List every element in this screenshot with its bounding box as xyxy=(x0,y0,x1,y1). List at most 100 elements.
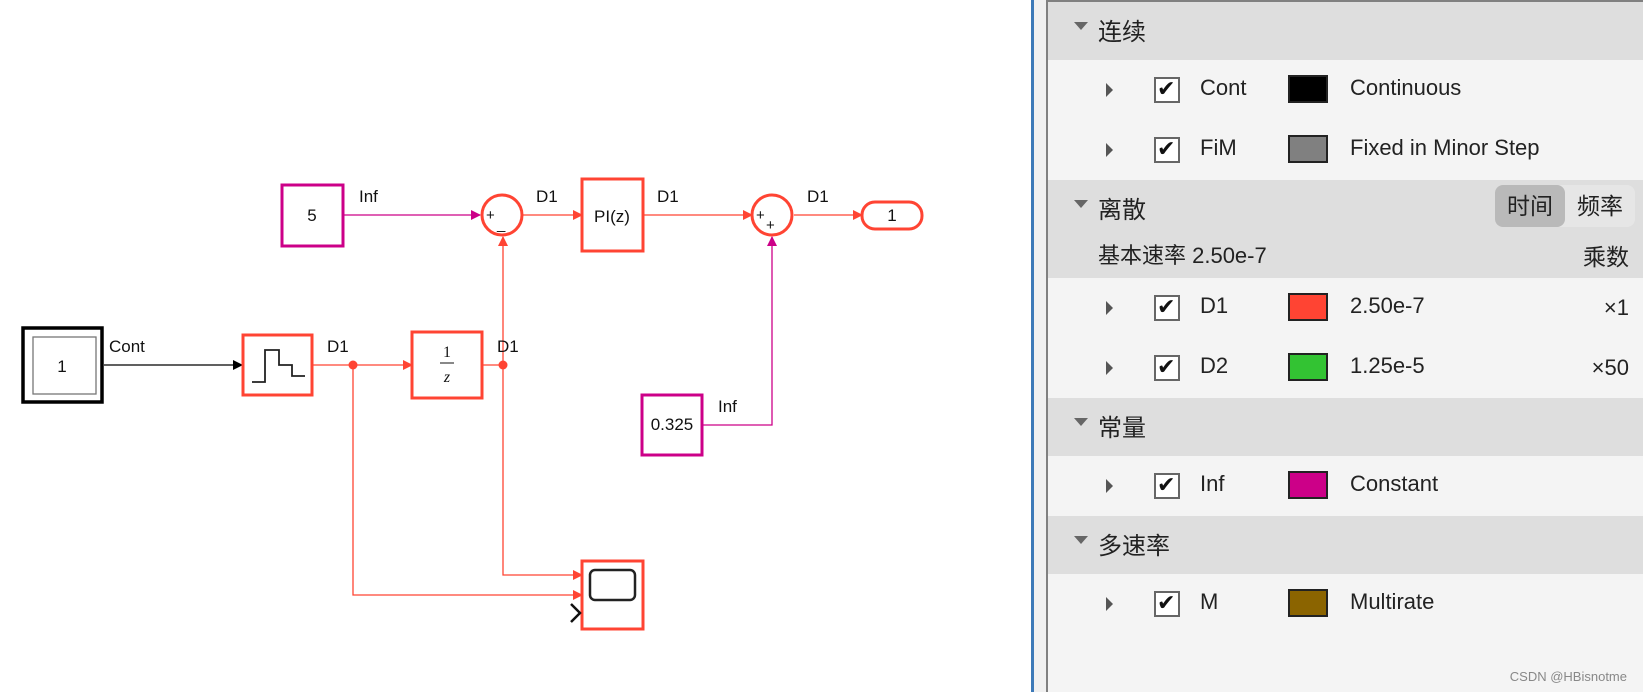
model-canvas[interactable]: 5 Inf 1 Cont D1 1 z D1 + _ D1 PI(z) D1 +… xyxy=(0,0,1030,692)
pi-controller-block[interactable]: PI(z) xyxy=(580,177,645,253)
branch-point xyxy=(348,360,358,370)
toggle-time[interactable]: 时间 xyxy=(1495,185,1565,227)
color-swatch xyxy=(1288,471,1328,499)
checkmark-icon: ✔ xyxy=(1157,76,1176,101)
scope-screen-icon xyxy=(588,568,637,602)
section-header-continuous[interactable]: 连续 xyxy=(1048,2,1643,60)
legend-abbr: FiM xyxy=(1200,135,1237,160)
collapse-triangle-icon[interactable] xyxy=(1074,536,1088,544)
legend-desc: Constant xyxy=(1350,471,1439,496)
section-header-constant[interactable]: 常量 xyxy=(1048,398,1643,456)
sum-block-1[interactable]: + _ xyxy=(480,193,524,237)
color-swatch xyxy=(1288,353,1328,381)
expand-arrow-icon[interactable] xyxy=(1106,301,1113,315)
legend-row-d1: ✔ D1 2.50e-7 ×1 xyxy=(1048,278,1643,338)
branch-point xyxy=(498,360,508,370)
checkmark-icon: ✔ xyxy=(1157,472,1176,497)
unit-delay-block[interactable]: 1 z xyxy=(410,330,484,400)
collapse-triangle-icon[interactable] xyxy=(1074,418,1088,426)
svg-text:+: + xyxy=(486,207,495,224)
legend-desc: 2.50e-7 xyxy=(1350,293,1425,318)
legend-checkbox[interactable]: ✔ xyxy=(1154,472,1180,499)
section-header-multirate[interactable]: 多速率 xyxy=(1048,516,1643,574)
legend-abbr: Cont xyxy=(1200,75,1247,100)
checkmark-icon: ✔ xyxy=(1157,354,1176,379)
legend-row-cont: ✔ Cont Continuous xyxy=(1048,60,1643,120)
checkmark-icon: ✔ xyxy=(1157,590,1176,615)
legend-desc: Continuous xyxy=(1350,75,1462,100)
color-swatch xyxy=(1288,75,1328,103)
svg-text:_: _ xyxy=(496,216,506,233)
expand-arrow-icon[interactable] xyxy=(1106,83,1113,97)
collapse-triangle-icon[interactable] xyxy=(1074,22,1088,30)
sample-time-legend-panel: 连续 ✔ Cont Continuous ✔ FiM Fixed in Mino… xyxy=(1034,0,1643,692)
legend-desc: Multirate xyxy=(1350,589,1435,614)
signal-label: D1 xyxy=(497,337,519,356)
checkmark-icon: ✔ xyxy=(1157,294,1176,319)
legend-row-inf: ✔ Inf Constant xyxy=(1048,456,1643,516)
expand-arrow-icon[interactable] xyxy=(1106,143,1113,157)
legend-abbr: D2 xyxy=(1200,353,1229,378)
signal-delay-to-scope[interactable] xyxy=(502,365,583,580)
constant-block-5[interactable]: 5 xyxy=(280,183,345,248)
input-block-1[interactable]: 1 xyxy=(21,326,104,404)
legend-row-d2: ✔ D2 1.25e-5 ×50 xyxy=(1048,338,1643,398)
section-title: 连续 xyxy=(1098,19,1146,46)
color-swatch xyxy=(1288,135,1328,163)
legend-checkbox[interactable]: ✔ xyxy=(1154,136,1180,163)
legend-row-fim: ✔ FiM Fixed in Minor Step xyxy=(1048,120,1643,180)
color-swatch xyxy=(1288,293,1328,321)
legend-checkbox[interactable]: ✔ xyxy=(1154,590,1180,617)
block-diagram: 5 Inf 1 Cont D1 1 z D1 + _ D1 PI(z) D1 +… xyxy=(21,177,924,631)
legend-abbr: Inf xyxy=(1200,471,1225,496)
sum-block-2[interactable]: + + xyxy=(750,193,794,237)
color-swatch xyxy=(1288,589,1328,617)
signal-label: Cont xyxy=(109,337,145,356)
outport-number: 1 xyxy=(887,206,896,225)
section-header-discrete[interactable]: 离散 时间 频率 基本速率 2.50e-7 乘数 xyxy=(1048,180,1643,278)
signal-const0325-to-sum2[interactable] xyxy=(703,236,777,426)
legend-multiplier: ×1 xyxy=(1603,295,1629,320)
legend-multiplier: ×50 xyxy=(1591,355,1629,380)
legend-abbr: M xyxy=(1200,589,1219,614)
signal-label: D1 xyxy=(807,187,829,206)
svg-text:+: + xyxy=(756,207,765,224)
signal-label: Inf xyxy=(718,397,737,416)
multiplier-header: 乘数 xyxy=(1583,244,1629,270)
scope-block[interactable] xyxy=(570,559,645,631)
section-title: 多速率 xyxy=(1098,533,1170,560)
expand-arrow-icon[interactable] xyxy=(1106,597,1113,611)
legend-abbr: D1 xyxy=(1200,293,1229,318)
expand-arrow-icon[interactable] xyxy=(1106,361,1113,375)
expand-arrow-icon[interactable] xyxy=(1106,479,1113,493)
legend-desc: Fixed in Minor Step xyxy=(1350,135,1540,160)
constant-block-0325[interactable]: 0.325 xyxy=(640,393,704,457)
signal-label: Inf xyxy=(359,187,378,206)
watermark: CSDN @HBisnotme xyxy=(1509,669,1627,684)
zero-order-hold-block[interactable] xyxy=(241,333,314,397)
toggle-frequency[interactable]: 频率 xyxy=(1565,185,1635,227)
time-frequency-toggle[interactable]: 时间 频率 xyxy=(1495,185,1635,227)
signal-label: D1 xyxy=(327,337,349,356)
section-title: 离散 xyxy=(1098,197,1146,224)
signal-label: D1 xyxy=(536,187,558,206)
legend-desc: 1.25e-5 xyxy=(1350,353,1425,378)
section-title: 常量 xyxy=(1098,415,1146,442)
svg-text:+: + xyxy=(766,217,775,234)
outport-block-1[interactable]: 1 xyxy=(860,200,924,231)
signal-label: D1 xyxy=(657,187,679,206)
checkmark-icon: ✔ xyxy=(1157,136,1176,161)
delay-numerator: 1 xyxy=(443,344,451,361)
pi-controller-label: PI(z) xyxy=(594,207,630,226)
delay-denominator: z xyxy=(443,369,451,386)
input-value: 1 xyxy=(57,357,66,376)
legend-checkbox[interactable]: ✔ xyxy=(1154,76,1180,103)
legend-checkbox[interactable]: ✔ xyxy=(1154,354,1180,381)
constant-value: 5 xyxy=(307,206,316,225)
base-rate-label: 基本速率 2.50e-7 xyxy=(1098,243,1267,268)
scope-chevron-icon xyxy=(570,603,582,623)
collapse-triangle-icon[interactable] xyxy=(1074,200,1088,208)
legend-checkbox[interactable]: ✔ xyxy=(1154,294,1180,321)
legend-row-m: ✔ M Multirate xyxy=(1048,574,1643,634)
constant-value: 0.325 xyxy=(651,415,694,434)
